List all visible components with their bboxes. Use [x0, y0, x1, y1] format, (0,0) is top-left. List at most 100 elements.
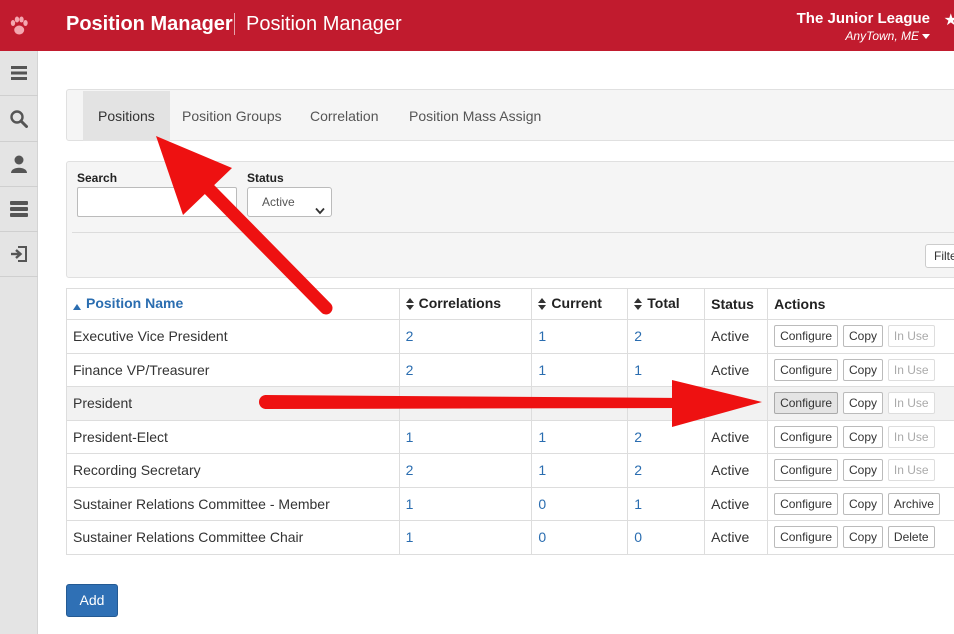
menu-icon[interactable]: [0, 51, 38, 96]
column-label: Current: [551, 295, 602, 312]
column-header-correlations[interactable]: Correlations: [398, 288, 533, 320]
search-icon[interactable]: [0, 97, 38, 142]
column-header-current[interactable]: Current: [531, 288, 629, 320]
correlations-link[interactable]: 1: [398, 419, 533, 454]
left-sidebar: [0, 51, 38, 634]
status-cell: Active: [704, 352, 769, 387]
column-header-position-name[interactable]: Position Name: [66, 288, 400, 320]
total-link[interactable]: 0: [627, 520, 706, 555]
status-cell: [704, 386, 769, 421]
current-link[interactable]: 0: [531, 486, 629, 521]
total-link[interactable]: 2: [627, 419, 706, 454]
configure-button[interactable]: Configure: [774, 425, 839, 448]
position-name-cell: Executive Vice President: [66, 319, 400, 354]
correlations-link[interactable]: 1: [398, 486, 533, 521]
add-button[interactable]: Add: [66, 584, 118, 617]
position-name-cell: Sustainer Relations Committee Chair: [66, 520, 400, 555]
configure-button[interactable]: Configure: [774, 358, 839, 381]
sort-icon: [405, 297, 414, 313]
user-icon[interactable]: [0, 142, 38, 187]
server-icon[interactable]: [0, 187, 38, 232]
status-cell: Active: [704, 453, 769, 488]
table-row: Recording Secretary 2 1 2 Active Configu…: [66, 453, 954, 488]
tab-position-mass-assign[interactable]: Position Mass Assign: [394, 91, 556, 141]
correlations-link[interactable]: 1: [398, 520, 533, 555]
copy-button[interactable]: Copy: [843, 425, 884, 448]
in-use-button: In Use: [887, 425, 935, 448]
caret-down-icon: [922, 34, 930, 40]
configure-button[interactable]: Configure: [774, 392, 839, 415]
total-link[interactable]: 1: [627, 352, 706, 387]
column-label: Correlations: [418, 295, 502, 312]
tab-positions[interactable]: Positions: [83, 91, 170, 141]
actions-cell: Configure Copy In Use: [767, 319, 954, 354]
positions-table: Position Name Correlations Current Total…: [66, 288, 954, 555]
sign-out-icon[interactable]: [0, 232, 38, 277]
filter-panel: Search Status Active Filte: [66, 161, 954, 278]
total-link[interactable]: [627, 386, 706, 421]
actions-cell: Configure Copy In Use: [767, 386, 954, 421]
delete-button[interactable]: Delete: [887, 526, 935, 549]
current-link[interactable]: 1: [531, 453, 629, 488]
position-name-cell: President: [66, 386, 400, 421]
tab-correlation[interactable]: Correlation: [295, 91, 393, 141]
current-link[interactable]: [531, 386, 629, 421]
page-title: Position Manager: [246, 13, 402, 35]
table-row: Finance VP/Treasurer 2 1 1 Active Config…: [66, 352, 954, 387]
org-name[interactable]: The Junior League: [797, 10, 930, 27]
in-use-button: In Use: [887, 358, 935, 381]
tabs-panel: Positions Position Groups Correlation Po…: [66, 89, 954, 141]
current-link[interactable]: 1: [531, 419, 629, 454]
correlations-link[interactable]: 2: [398, 319, 533, 354]
archive-button[interactable]: Archive: [887, 492, 940, 515]
status-cell: Active: [704, 319, 769, 354]
configure-button[interactable]: Configure: [774, 492, 839, 515]
correlations-link[interactable]: 2: [398, 352, 533, 387]
copy-button[interactable]: Copy: [843, 459, 884, 482]
correlations-link[interactable]: 2: [398, 453, 533, 488]
table-row: Executive Vice President 2 1 2 Active Co…: [66, 319, 954, 354]
in-use-button: In Use: [887, 325, 935, 348]
current-link[interactable]: 1: [531, 352, 629, 387]
title-separator: [234, 13, 235, 35]
status-select-value: Active: [262, 195, 295, 209]
status-select[interactable]: Active: [247, 187, 332, 217]
actions-cell: Configure Copy In Use: [767, 419, 954, 454]
configure-button[interactable]: Configure: [774, 459, 839, 482]
current-link[interactable]: 0: [531, 520, 629, 555]
copy-button[interactable]: Copy: [843, 492, 884, 515]
status-label: Status: [247, 171, 284, 185]
total-link[interactable]: 2: [627, 453, 706, 488]
table-header-row: Position Name Correlations Current Total…: [66, 288, 954, 320]
table-row: President Configure Copy In Use: [66, 386, 954, 421]
configure-button[interactable]: Configure: [774, 325, 839, 348]
table-row: Sustainer Relations Committee - Member 1…: [66, 486, 954, 521]
tab-position-groups[interactable]: Position Groups: [167, 91, 297, 141]
actions-cell: Configure Copy In Use: [767, 453, 954, 488]
paw-icon[interactable]: [0, 0, 38, 51]
org-location-label: AnyTown, ME: [845, 29, 919, 43]
org-location-dropdown[interactable]: AnyTown, ME: [845, 29, 930, 43]
star-icon[interactable]: ★: [944, 10, 954, 30]
status-cell: Active: [704, 419, 769, 454]
filter-button[interactable]: Filte: [925, 244, 954, 268]
status-cell: Active: [704, 520, 769, 555]
position-name-cell: Sustainer Relations Committee - Member: [66, 486, 400, 521]
column-header-total[interactable]: Total: [627, 288, 706, 320]
top-bar: Position Manager Position Manager The Ju…: [0, 0, 954, 51]
in-use-button: In Use: [887, 392, 935, 415]
copy-button[interactable]: Copy: [843, 358, 884, 381]
position-name-cell: President-Elect: [66, 419, 400, 454]
actions-cell: Configure Copy In Use: [767, 352, 954, 387]
sort-asc-icon: [73, 297, 81, 313]
copy-button[interactable]: Copy: [843, 392, 884, 415]
configure-button[interactable]: Configure: [774, 526, 839, 549]
current-link[interactable]: 1: [531, 319, 629, 354]
total-link[interactable]: 2: [627, 319, 706, 354]
correlations-link[interactable]: [398, 386, 533, 421]
total-link[interactable]: 1: [627, 486, 706, 521]
search-input[interactable]: [77, 187, 237, 217]
copy-button[interactable]: Copy: [843, 526, 884, 549]
copy-button[interactable]: Copy: [843, 325, 884, 348]
in-use-button: In Use: [887, 459, 935, 482]
